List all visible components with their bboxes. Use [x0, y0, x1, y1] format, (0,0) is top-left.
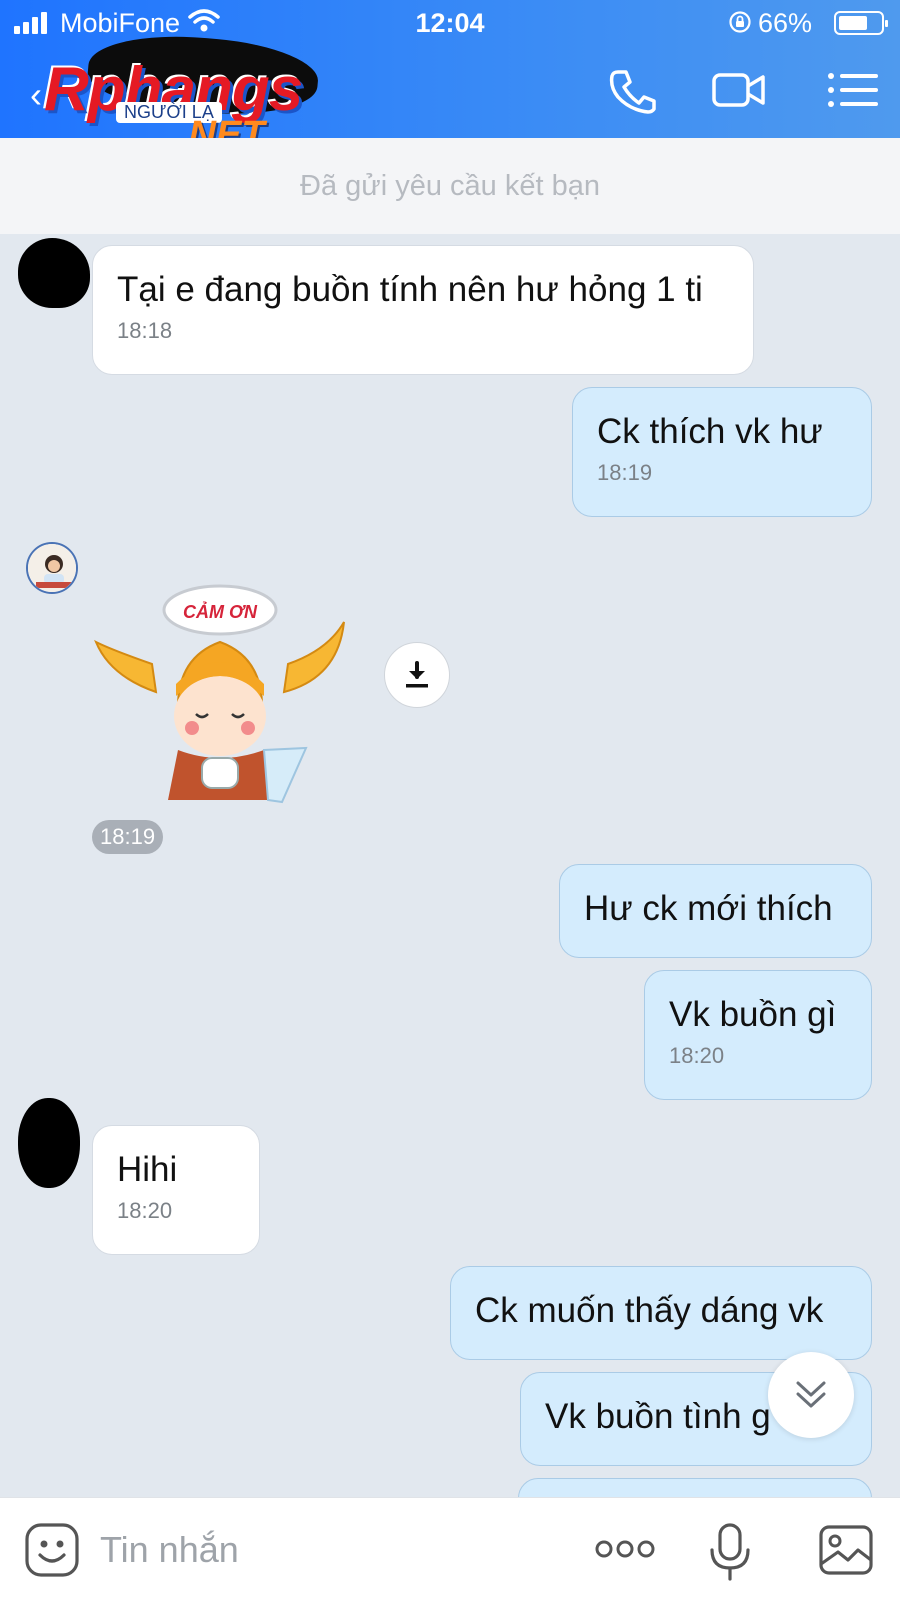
avatar-photo-icon	[28, 544, 76, 592]
scroll-to-bottom-button[interactable]	[768, 1352, 854, 1438]
rotation-lock-icon	[729, 11, 751, 33]
message-time: 18:19	[597, 460, 653, 485]
message-input[interactable]	[100, 1520, 540, 1580]
message-text: Hư ck mới thích	[584, 889, 833, 928]
message-text: Vk buồn gì	[669, 995, 837, 1034]
message-text: Ck muốn thấy dáng vk	[475, 1291, 824, 1330]
phone-icon[interactable]	[606, 66, 660, 114]
message-bubble[interactable]: Ck muốn thấy dáng vk	[450, 1266, 872, 1360]
sticker-caption: CẢM ƠN	[183, 601, 258, 622]
sticker-time: 18:19	[92, 820, 164, 854]
message-time: 18:18	[117, 318, 173, 343]
message-bubble[interactable]: Tại e đang buồn tính nên hư hỏng 1 ti 18…	[92, 245, 754, 375]
double-chevron-down-icon	[796, 1381, 826, 1408]
back-icon[interactable]: ‹	[30, 74, 42, 116]
message-time: 18:20	[669, 1043, 725, 1068]
sticker-image[interactable]: CẢM ƠN	[92, 580, 358, 806]
avatar[interactable]	[18, 238, 90, 308]
battery-icon	[834, 11, 888, 35]
more-icon[interactable]	[594, 1534, 656, 1564]
banner-text: Đã gửi yêu cầu kết bạn	[300, 169, 600, 202]
message-bubble[interactable]: Hihi 18:20	[92, 1125, 260, 1255]
chat-header: MobiFone 12:04 66% ‹ Rphangs NGƯỜI LẠ .N…	[0, 0, 900, 156]
message-time: 18:19	[100, 824, 156, 849]
message-bubble[interactable]: Ck thích vk hư 18:19	[572, 387, 872, 517]
friend-request-banner: Đã gửi yêu cầu kết bạn	[0, 138, 900, 234]
message-time: 18:20	[117, 1198, 173, 1223]
status-bar: MobiFone 12:04 66%	[0, 0, 900, 44]
message-bubble[interactable]: Hư ck mới thích	[559, 864, 872, 958]
message-text: Hihi	[117, 1150, 178, 1189]
microphone-icon[interactable]	[708, 1522, 752, 1582]
menu-icon[interactable]	[826, 66, 880, 114]
download-icon	[406, 661, 428, 688]
image-icon[interactable]	[818, 1524, 874, 1576]
avatar[interactable]	[18, 1098, 80, 1188]
message-text: Tại e đang buồn tính nên hư hỏng 1 ti	[117, 270, 703, 309]
message-text: Ck thích vk hư	[597, 412, 823, 451]
download-button[interactable]	[384, 642, 450, 708]
message-input-bar	[0, 1497, 900, 1600]
sticker-icon[interactable]	[24, 1522, 80, 1578]
battery-fill	[839, 16, 867, 30]
battery-percent: 66%	[757, 8, 812, 38]
avatar[interactable]	[26, 542, 78, 594]
video-call-icon[interactable]	[712, 66, 766, 114]
message-bubble[interactable]: Vk buồn gì 18:20	[644, 970, 872, 1100]
